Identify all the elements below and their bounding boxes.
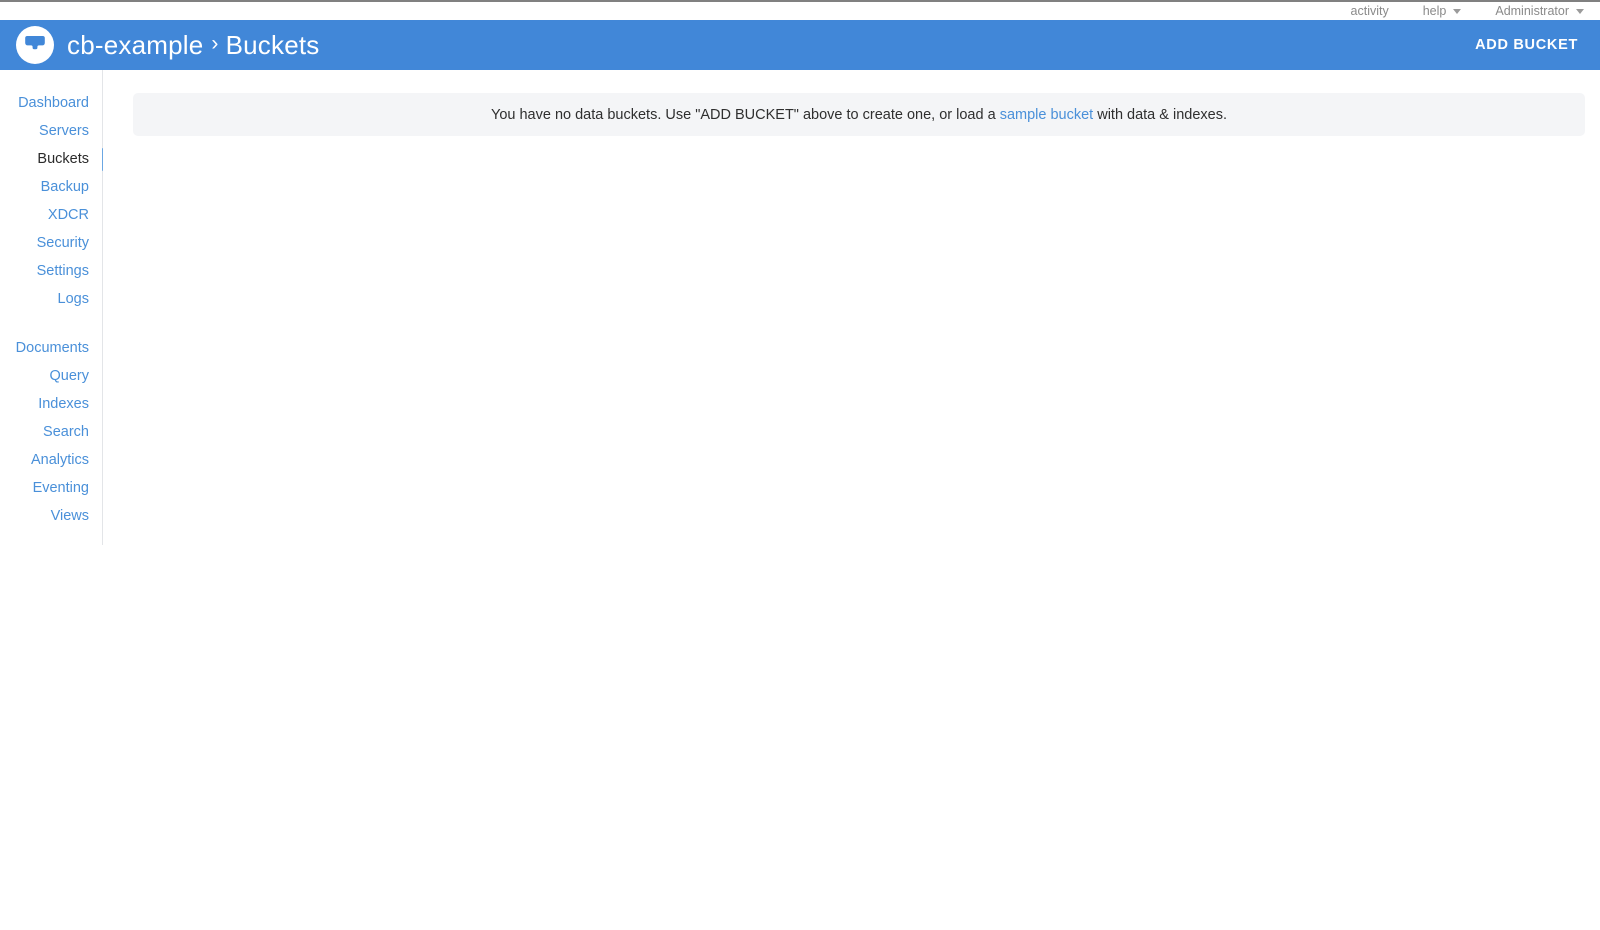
page-title: Buckets [225,29,320,60]
sidebar-item-label: Analytics [30,452,89,468]
sidebar-item-logs[interactable]: Logs [0,285,102,313]
sidebar-item-views[interactable]: Views [0,502,102,530]
sidebar-item-label: Servers [39,123,89,139]
empty-state-text-after: with data & indexes. [1093,106,1227,123]
sidebar-item-analytics[interactable]: Analytics [0,446,102,474]
sidebar-item-label: Search [43,424,89,440]
couchbase-logo-icon[interactable] [16,26,54,64]
topbar-item-administrator[interactable]: Administrator [1495,4,1584,18]
app-header: cb-example › Buckets ADD BUCKET [0,20,1600,70]
sidebar-item-security[interactable]: Security [0,229,102,257]
breadcrumb-cluster[interactable]: cb-example [67,30,203,61]
top-utility-bar: activity help Administrator [0,0,1600,20]
sidebar-item-search[interactable]: Search [0,418,102,446]
sidebar-item-label: Eventing [32,480,89,496]
empty-state-text-before: You have no data buckets. Use "ADD BUCKE… [490,106,1000,123]
sidebar-item-settings[interactable]: Settings [0,257,102,285]
add-bucket-button[interactable]: ADD BUCKET [1473,33,1580,57]
main-content: You have no data buckets. Use "ADD BUCKE… [103,70,1600,930]
sidebar-item-documents[interactable]: Documents [0,334,102,362]
sample-bucket-link[interactable]: sample bucket [1000,107,1094,123]
sidebar-item-eventing[interactable]: Eventing [0,474,102,502]
topbar-item-label: Administrator [1495,4,1569,18]
sidebar-item-label: Buckets [37,151,89,167]
topbar-item-label: activity [1350,4,1389,18]
sidebar-item-label: Indexes [38,396,89,412]
sidebar-item-query[interactable]: Query [0,362,102,390]
chevron-down-icon [1453,8,1462,14]
sidebar-group-cluster: Dashboard Servers Buckets Backup XDCR Se… [0,89,105,313]
empty-state-message: You have no data buckets. Use "ADD BUCKE… [491,107,1227,123]
sidebar-item-backup[interactable]: Backup [0,173,102,201]
sidebar-item-buckets[interactable]: Buckets [0,145,105,173]
sidebar-group-divider [0,313,102,334]
sidebar-item-label: Views [50,508,89,524]
topbar-item-activity[interactable]: activity [1351,4,1389,18]
sidebar-item-label: XDCR [47,207,89,223]
sidebar-item-label: Query [49,368,90,384]
sidebar-item-label: Documents [15,340,89,356]
sidebar-item-label: Backup [40,179,89,195]
sidebar-item-servers[interactable]: Servers [0,117,102,145]
topbar-item-help[interactable]: help [1423,4,1462,18]
topbar-item-label: help [1422,4,1447,18]
sidebar-item-label: Dashboard [18,95,89,111]
sidebar-item-dashboard[interactable]: Dashboard [0,89,102,117]
breadcrumb: cb-example › Buckets [67,30,320,61]
sidebar-item-label: Security [36,235,89,251]
sidebar-item-label: Logs [57,291,89,307]
sidebar-item-xdcr[interactable]: XDCR [0,201,102,229]
sidebar: Dashboard Servers Buckets Backup XDCR Se… [0,70,105,545]
sidebar-item-label: Settings [36,263,89,279]
sidebar-item-indexes[interactable]: Indexes [0,390,102,418]
breadcrumb-separator-icon: › [211,32,219,55]
chevron-down-icon [1576,8,1584,14]
sidebar-group-data: Documents Query Indexes Search Analytics… [0,334,102,530]
empty-state-panel: You have no data buckets. Use "ADD BUCKE… [133,93,1585,136]
